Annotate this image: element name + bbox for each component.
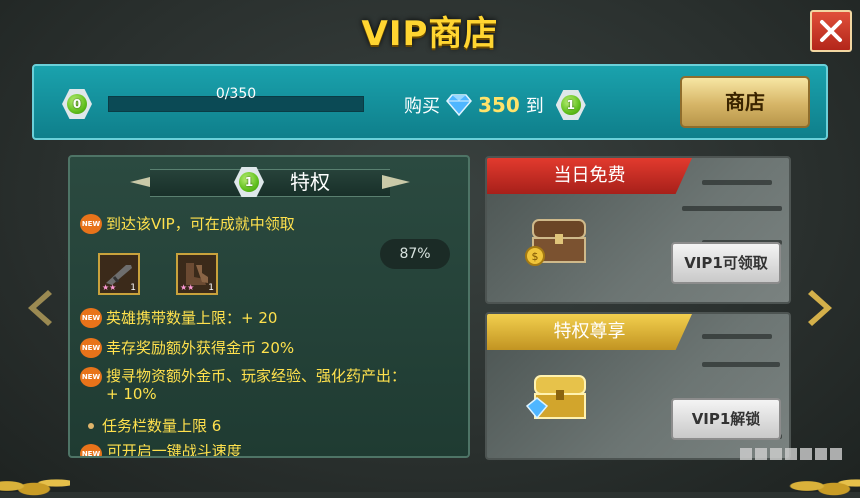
privilege-text: 到达该VIP，可在成就中领取 — [106, 215, 295, 233]
star-icon: ★★ — [102, 283, 117, 292]
shop-button[interactable]: 商店 — [680, 76, 810, 128]
privilege-row: NEW 到达该VIP，可在成就中领取 — [80, 213, 295, 234]
bullet-icon — [88, 422, 94, 429]
close-icon — [820, 20, 842, 42]
new-badge-icon: NEW — [80, 307, 102, 328]
new-badge-icon: NEW — [80, 337, 102, 358]
vip-level-badge-panel: 1 — [234, 167, 264, 197]
privilege-card[interactable]: 特权尊享 VIP1解锁 — [485, 312, 791, 460]
wooden-chest-icon: $ — [525, 219, 586, 266]
privilege-row: NEW 搜寻物资额外金币、玩家经验、强化药产出： + 10% — [80, 367, 406, 403]
buy-suffix: 到 — [525, 96, 544, 117]
privilege-row: 任务栏数量上限 6 — [88, 415, 221, 436]
coins-decoration-left — [0, 468, 70, 498]
new-badge-icon: NEW — [80, 367, 102, 387]
star-icon: ★★ — [180, 283, 195, 292]
privilege-row-partial: NEW 可开启一键战斗速度 — [80, 444, 242, 458]
item-count: 1 — [208, 283, 214, 293]
privilege-text: 任务栏数量上限 6 — [102, 417, 222, 435]
vip-level-current: 0 — [67, 94, 87, 114]
privilege-row: NEW 英雄携带数量上限：+ 20 — [80, 307, 277, 328]
card-tab: 当日免费 — [487, 158, 692, 194]
vip-progress-bar: 0 0/350 购买 350 到 1 商店 — [32, 64, 828, 140]
vip-level-badge-target: 1 — [555, 90, 586, 120]
diamond-icon — [446, 94, 472, 116]
page-title: VIP商店 — [361, 14, 499, 54]
close-button[interactable] — [810, 10, 852, 52]
card-tab: 特权尊享 — [487, 314, 692, 350]
privilege-title: 特权 — [290, 170, 330, 194]
privilege-panel: 1 特权 NEW 到达该VIP，可在成就中领取 87% ★★ 1 ★★ 1 NE… — [68, 155, 470, 458]
new-badge-icon: NEW — [80, 444, 102, 456]
reward-item-slot[interactable]: ★★ 1 — [98, 253, 140, 295]
daily-free-card[interactable]: 当日免费 $ VIP1可领取 — [485, 156, 791, 304]
coins-decoration-right — [780, 468, 860, 498]
buy-amount: 350 — [478, 93, 520, 117]
privilege-header: 1 特权 — [130, 167, 410, 197]
privilege-text: 英雄携带数量上限：+ 20 — [106, 309, 278, 327]
new-badge-icon: NEW — [80, 213, 102, 234]
vip-level-badge-current: 0 — [62, 89, 92, 119]
progress-percent: 87% — [380, 239, 450, 269]
watermark-icon — [740, 448, 842, 460]
reward-item-slot[interactable]: ★★ 1 — [176, 253, 218, 295]
next-arrow-icon[interactable] — [804, 288, 838, 328]
svg-text:$: $ — [532, 250, 539, 263]
claim-button[interactable]: VIP1可领取 — [671, 242, 781, 284]
unlock-button[interactable]: VIP1解锁 — [671, 398, 781, 440]
buy-requirement: 购买 350 到 1 — [404, 90, 586, 120]
privilege-text: 幸存奖励额外获得金币 20% — [106, 339, 295, 357]
privilege-text-continued: + 10% — [106, 385, 157, 403]
vip-level-target: 1 — [560, 95, 581, 115]
item-count: 1 — [130, 283, 136, 293]
buy-prefix: 购买 — [404, 96, 440, 117]
privilege-level: 1 — [239, 172, 259, 192]
privilege-row: NEW 幸存奖励额外获得金币 20% — [80, 337, 294, 358]
progress-text: 0/350 — [215, 86, 257, 102]
previous-arrow-icon[interactable] — [22, 288, 56, 328]
privilege-text: 可开启一键战斗速度 — [106, 444, 242, 458]
ornament-right — [382, 175, 410, 189]
golden-chest-icon — [525, 375, 586, 420]
privilege-text: 搜寻物资额外金币、玩家经验、强化药产出： — [106, 367, 407, 385]
